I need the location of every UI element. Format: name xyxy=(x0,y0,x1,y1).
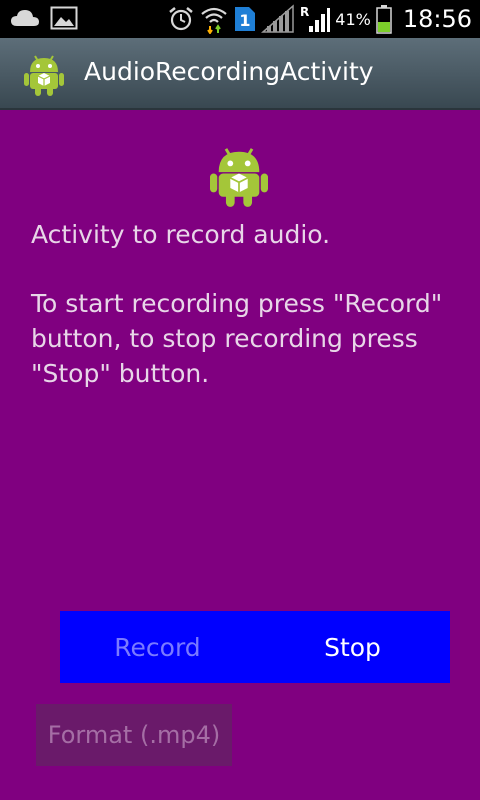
cloud-icon xyxy=(10,7,40,29)
format-button[interactable]: Format (.mp4) xyxy=(36,704,232,766)
android-app-icon[interactable] xyxy=(24,52,64,100)
app-title: AudioRecordingActivity xyxy=(84,57,374,86)
roaming-signal-icon: R xyxy=(299,4,331,34)
android-logo-icon xyxy=(210,142,268,212)
description-instructions: To start recording press "Record" button… xyxy=(31,289,443,388)
wifi-icon xyxy=(199,4,229,34)
image-icon xyxy=(50,6,78,30)
stop-button[interactable]: Stop xyxy=(255,611,450,683)
sim-label: 1 xyxy=(240,11,251,30)
alarm-icon xyxy=(167,5,195,33)
status-bar-system: 1 R 41% 18:56 xyxy=(167,0,472,38)
record-button[interactable]: Record xyxy=(60,611,255,683)
description-line-1: Activity to record audio. xyxy=(31,220,331,249)
battery-icon xyxy=(375,4,393,34)
status-bar-notifications xyxy=(10,6,78,30)
action-bar: AudioRecordingActivity xyxy=(0,38,480,110)
screen: 1 R 41% 18:56 AudioRecordingActivity Act… xyxy=(0,0,480,800)
no-signal-icon xyxy=(261,4,295,34)
status-bar: 1 R 41% 18:56 xyxy=(0,0,480,38)
battery-percent: 41% xyxy=(335,9,371,29)
clock: 18:56 xyxy=(402,5,472,33)
record-controls: Record Stop xyxy=(60,611,450,683)
roaming-label: R xyxy=(300,5,309,19)
sim-1-icon: 1 xyxy=(233,5,257,33)
